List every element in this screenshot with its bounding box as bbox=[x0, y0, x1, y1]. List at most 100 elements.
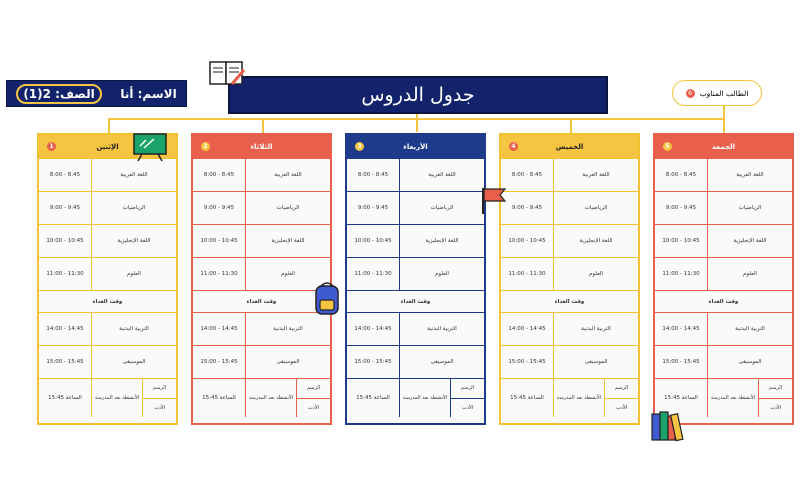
lesson-subject: الرياضيات bbox=[584, 205, 608, 211]
connector-day-5 bbox=[723, 106, 725, 133]
lesson-subject: الرياضيات bbox=[276, 205, 300, 211]
lesson-row: 8:00 - 8:45 اللغة العربية bbox=[193, 158, 330, 191]
lesson-time: 14:00 - 14:45 bbox=[193, 313, 246, 345]
lesson-time: 15:00 - 15:45 bbox=[39, 346, 92, 378]
after-school-options: الرسم الأدب bbox=[451, 379, 484, 417]
lesson-time: 15:00 - 15:45 bbox=[655, 346, 708, 378]
lesson-row: 9:00 - 9:45 الرياضيات bbox=[655, 191, 792, 224]
lunch-break: وقت الغداء bbox=[501, 290, 638, 312]
lesson-time: 9:00 - 9:45 bbox=[655, 192, 708, 224]
lesson-time: 10:00 - 10:45 bbox=[347, 225, 400, 257]
option-bottom: الأدب bbox=[297, 397, 330, 418]
day-badge: 5 bbox=[663, 142, 672, 151]
lesson-subject: اللغة العربية bbox=[120, 172, 148, 178]
lesson-subject: اللغة الإنجليزية bbox=[579, 238, 613, 244]
student-info: الاسم: أنا الصف: 2(1) bbox=[6, 80, 187, 107]
lesson-subject: الموسيقى bbox=[276, 359, 300, 365]
lesson-row: 9:00 - 9:45 الرياضيات bbox=[501, 191, 638, 224]
lesson-time: 8:00 - 8:45 bbox=[347, 159, 400, 191]
lesson-subject: الرياضيات bbox=[738, 205, 762, 211]
lesson-time: 9:00 - 9:45 bbox=[347, 192, 400, 224]
day-header: 4 الخميس bbox=[501, 135, 638, 158]
connector-day-4 bbox=[570, 118, 572, 133]
lesson-subject: اللغة العربية bbox=[736, 172, 764, 178]
lesson-row: 14:00 - 14:45 التربية البدنية bbox=[39, 312, 176, 345]
after-school-time: 15:45 الساعة bbox=[39, 379, 92, 417]
option-bottom: الأدب bbox=[605, 397, 638, 418]
lesson-time: 8:00 - 8:45 bbox=[655, 159, 708, 191]
lesson-time: 15:00 - 15:45 bbox=[347, 346, 400, 378]
lesson-time: 11:00 - 11:30 bbox=[501, 258, 554, 290]
lesson-row: 15:00 - 15:45 الموسيقى bbox=[655, 345, 792, 378]
page-title: جدول الدروس bbox=[228, 76, 608, 114]
lesson-subject: اللغة العربية bbox=[582, 172, 610, 178]
day-badge: 4 bbox=[509, 142, 518, 151]
lesson-subject: التربية البدنية bbox=[273, 326, 303, 332]
after-school-options: الرسم الأدب bbox=[297, 379, 330, 417]
option-top: الرسم bbox=[768, 385, 783, 392]
lesson-row: 8:00 - 8:45 اللغة العربية bbox=[501, 158, 638, 191]
duty-student-note: 6 الطالب المناوب bbox=[672, 80, 762, 106]
lesson-time: 10:00 - 10:45 bbox=[193, 225, 246, 257]
option-top: الرسم bbox=[460, 385, 475, 392]
lesson-time: 14:00 - 14:45 bbox=[347, 313, 400, 345]
lesson-subject: العلوم bbox=[589, 271, 603, 277]
books-icon bbox=[651, 411, 684, 442]
backpack-icon bbox=[315, 282, 339, 315]
day-name: الأربعاء bbox=[403, 142, 428, 151]
after-school-row: 15:45 الساعة الأنشطة بعد المدرسة الرسم الأد… bbox=[501, 378, 638, 417]
lesson-row: 14:00 - 14:45 التربية البدنية bbox=[655, 312, 792, 345]
option-top: الرسم bbox=[152, 385, 167, 392]
day-header: 3 الأربعاء bbox=[347, 135, 484, 158]
lesson-subject: اللغة الإنجليزية bbox=[733, 238, 767, 244]
day-name: الخميس bbox=[555, 142, 584, 151]
lunch-break: وقت الغداء bbox=[655, 290, 792, 312]
lesson-subject: اللغة الإنجليزية bbox=[117, 238, 151, 244]
lesson-row: 10:00 - 10:45 اللغة الإنجليزية bbox=[655, 224, 792, 257]
day-column: 2 الثلاثاء 8:00 - 8:45 اللغة العربية 9:00 - … bbox=[191, 133, 332, 425]
lesson-time: 11:00 - 11:30 bbox=[655, 258, 708, 290]
day-column: 3 الأربعاء 8:00 - 8:45 اللغة العربية 9:00 - … bbox=[345, 133, 486, 425]
lesson-row: 10:00 - 10:45 اللغة الإنجليزية bbox=[39, 224, 176, 257]
lesson-row: 11:00 - 11:30 العلوم bbox=[501, 257, 638, 290]
lesson-time: 11:00 - 11:30 bbox=[39, 258, 92, 290]
after-school-activity: الأنشطة بعد المدرسة bbox=[92, 379, 143, 417]
lesson-time: 10:00 - 10:45 bbox=[501, 225, 554, 257]
lesson-subject: الموسيقى bbox=[430, 359, 454, 365]
lesson-time: 8:00 - 8:45 bbox=[39, 159, 92, 191]
flag-icon bbox=[482, 188, 507, 214]
lesson-subject: العلوم bbox=[743, 271, 757, 277]
after-school-row: 15:45 الساعة الأنشطة بعد المدرسة الرسم الأد… bbox=[193, 378, 330, 417]
lunch-break: وقت الغداء bbox=[39, 290, 176, 312]
after-school-row: 15:45 الساعة الأنشطة بعد المدرسة الرسم الأد… bbox=[39, 378, 176, 417]
student-grade: الصف: 2(1) bbox=[16, 83, 102, 104]
after-school-time: 15:45 الساعة bbox=[193, 379, 246, 417]
connector-day-1 bbox=[108, 118, 110, 133]
after-school-activity: الأنشطة بعد المدرسة bbox=[708, 379, 759, 417]
lesson-time: 11:00 - 11:30 bbox=[347, 258, 400, 290]
day-badge: 2 bbox=[201, 142, 210, 151]
day-column: 1 الإثنين 8:00 - 8:45 اللغة العربية 9:00 - 9… bbox=[37, 133, 178, 425]
after-school-options: الرسم الأدب bbox=[605, 379, 638, 417]
lesson-row: 11:00 - 11:30 العلوم bbox=[655, 257, 792, 290]
lesson-row: 11:00 - 11:30 العلوم bbox=[193, 257, 330, 290]
lesson-subject: الرياضيات bbox=[122, 205, 146, 211]
lesson-row: 10:00 - 10:45 اللغة الإنجليزية bbox=[347, 224, 484, 257]
day-badge: 3 bbox=[355, 142, 364, 151]
lesson-row: 8:00 - 8:45 اللغة العربية bbox=[655, 158, 792, 191]
connector-day-2 bbox=[262, 118, 264, 133]
day-name: الثلاثاء bbox=[250, 142, 273, 151]
lesson-row: 15:00 - 15:45 الموسيقى bbox=[39, 345, 176, 378]
lesson-row: 9:00 - 9:45 الرياضيات bbox=[39, 191, 176, 224]
lesson-time: 14:00 - 14:45 bbox=[501, 313, 554, 345]
note-label: الطالب المناوب bbox=[699, 88, 749, 98]
lesson-time: 10:00 - 10:45 bbox=[39, 225, 92, 257]
lesson-time: 14:00 - 14:45 bbox=[655, 313, 708, 345]
after-school-activity: الأنشطة بعد المدرسة bbox=[400, 379, 451, 417]
after-school-time: 15:45 الساعة bbox=[347, 379, 400, 417]
day-header: 2 الثلاثاء bbox=[193, 135, 330, 158]
day-name: الإثنين bbox=[96, 142, 119, 151]
lesson-row: 9:00 - 9:45 الرياضيات bbox=[347, 191, 484, 224]
lesson-subject: اللغة الإنجليزية bbox=[425, 238, 459, 244]
lesson-row: 14:00 - 14:45 التربية البدنية bbox=[501, 312, 638, 345]
